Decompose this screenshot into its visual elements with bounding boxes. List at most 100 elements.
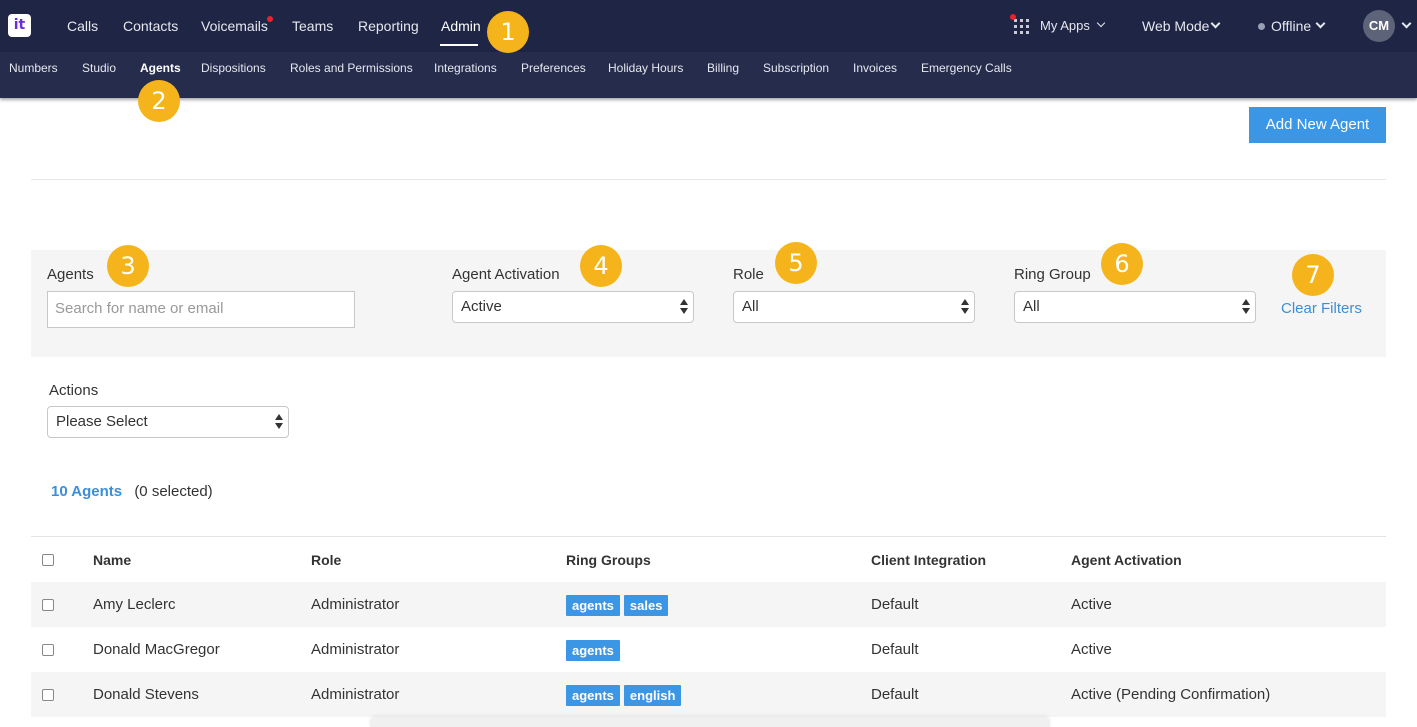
agent-ring-groups: agents xyxy=(566,627,624,672)
active-nav-underline xyxy=(440,44,478,46)
step-badge-6: 6 xyxy=(1101,243,1143,285)
subnav-integrations[interactable]: Integrations xyxy=(434,61,497,75)
table-row: Donald Stevens Administrator agents engli… xyxy=(31,672,1386,717)
role-select[interactable]: All xyxy=(733,291,975,323)
subnav-subscription[interactable]: Subscription xyxy=(763,61,829,75)
agent-client-integration: Default xyxy=(871,686,919,703)
nav-admin[interactable]: Admin xyxy=(441,18,481,34)
select-all-checkbox[interactable] xyxy=(42,554,54,566)
role-value: All xyxy=(742,298,759,315)
agent-client-integration: Default xyxy=(871,596,919,613)
subnav-holiday-hours[interactable]: Holiday Hours xyxy=(608,61,683,75)
admin-subnav: Numbers Studio Agents Dispositions Roles… xyxy=(0,52,1417,98)
row-checkbox[interactable] xyxy=(42,689,54,701)
column-header-client-integration: Client Integration xyxy=(871,552,987,568)
step-badge-3: 3 xyxy=(107,245,149,287)
apps-grid-icon[interactable] xyxy=(1014,19,1029,34)
actions-label: Actions xyxy=(49,382,99,399)
row-checkbox[interactable] xyxy=(42,599,54,611)
agent-activation-label: Agent Activation xyxy=(452,266,560,283)
table-row: Amy Leclerc Administrator agents sales De… xyxy=(31,582,1386,627)
nav-calls[interactable]: Calls xyxy=(67,18,98,34)
agent-count-summary: 10 Agents (0 selected) xyxy=(51,483,213,500)
agent-activation-status: Active xyxy=(1071,641,1112,658)
table-row: Donald MacGregor Administrator agents De… xyxy=(31,627,1386,672)
subnav-studio[interactable]: Studio xyxy=(82,61,116,75)
step-badge-2: 2 xyxy=(138,80,180,122)
ring-group-select[interactable]: All xyxy=(1014,291,1256,323)
step-badge-1: 1 xyxy=(487,11,529,53)
select-arrows-icon xyxy=(1242,299,1250,315)
select-arrows-icon xyxy=(680,299,688,315)
agent-activation-value: Active xyxy=(461,298,502,315)
select-arrows-icon xyxy=(961,299,969,315)
status-dot-icon xyxy=(1258,23,1265,30)
column-header-agent-activation: Agent Activation xyxy=(1071,552,1182,568)
agent-search-input[interactable]: Search for name or email xyxy=(47,291,355,328)
ring-group-tag: agents xyxy=(566,684,620,706)
step-badge-4: 4 xyxy=(580,245,622,287)
subnav-agents[interactable]: Agents xyxy=(140,61,181,75)
clear-filters-link[interactable]: Clear Filters xyxy=(1281,300,1362,317)
nav-reporting[interactable]: Reporting xyxy=(358,18,419,34)
nav-voicemails[interactable]: Voicemails xyxy=(201,18,268,34)
ring-group-tag: sales xyxy=(623,594,669,616)
actions-select[interactable]: Please Select xyxy=(47,406,289,438)
agent-activation-status: Active xyxy=(1071,596,1112,613)
chevron-down-icon xyxy=(1096,18,1106,28)
subnav-preferences[interactable]: Preferences xyxy=(521,61,586,75)
top-navigation: it Calls Contacts Voicemails Teams Repor… xyxy=(0,0,1417,52)
chevron-down-icon xyxy=(1401,18,1412,29)
agent-name-link[interactable]: Donald Stevens xyxy=(93,672,199,717)
subnav-dispositions[interactable]: Dispositions xyxy=(201,61,266,75)
apps-notification-dot xyxy=(1010,14,1016,20)
column-header-name[interactable]: Name xyxy=(93,537,131,583)
bottom-panel-edge xyxy=(370,717,1050,727)
row-checkbox[interactable] xyxy=(42,644,54,656)
table-header-row: Name Role Ring Groups Client Integration… xyxy=(31,537,1386,582)
agent-count[interactable]: 10 Agents xyxy=(51,483,122,500)
select-arrows-icon xyxy=(275,414,283,430)
step-badge-7: 7 xyxy=(1292,254,1334,296)
selected-count: (0 selected) xyxy=(134,483,213,500)
add-new-agent-button[interactable]: Add New Agent xyxy=(1249,107,1386,143)
ring-group-tag: agents xyxy=(566,594,620,616)
agent-role: Administrator xyxy=(311,686,400,703)
step-badge-5: 5 xyxy=(775,242,817,284)
subnav-roles-and-permissions[interactable]: Roles and Permissions xyxy=(290,61,413,75)
agent-client-integration: Default xyxy=(871,641,919,658)
ring-group-value: All xyxy=(1023,298,1040,315)
chevron-down-icon xyxy=(1210,18,1221,29)
nav-contacts[interactable]: Contacts xyxy=(123,18,178,34)
agent-activation-status: Active (Pending Confirmation) xyxy=(1071,686,1271,703)
ring-group-tag: english xyxy=(623,684,682,706)
ring-group-filter-label: Ring Group xyxy=(1014,266,1091,283)
my-apps-menu[interactable]: My Apps xyxy=(1040,18,1090,33)
column-header-role[interactable]: Role xyxy=(311,537,341,583)
column-header-ring-groups: Ring Groups xyxy=(566,552,651,568)
chevron-down-icon xyxy=(1315,18,1326,29)
agents-table: Name Role Ring Groups Client Integration… xyxy=(31,536,1386,717)
status-menu[interactable]: Offline xyxy=(1271,18,1311,34)
divider xyxy=(31,179,1386,180)
subnav-billing[interactable]: Billing xyxy=(707,61,739,75)
subnav-invoices[interactable]: Invoices xyxy=(853,61,897,75)
agents-filter-label: Agents xyxy=(47,266,94,283)
agent-name-link[interactable]: Amy Leclerc xyxy=(93,582,176,627)
agent-role: Administrator xyxy=(311,596,400,613)
avatar[interactable]: CM xyxy=(1363,10,1395,42)
agent-ring-groups: agents english xyxy=(566,672,685,717)
role-filter-label: Role xyxy=(733,266,764,283)
actions-value: Please Select xyxy=(56,413,148,430)
agent-role: Administrator xyxy=(311,641,400,658)
agent-activation-select[interactable]: Active xyxy=(452,291,694,323)
web-mode-menu[interactable]: Web Mode xyxy=(1142,18,1209,34)
ring-group-tag: agents xyxy=(566,639,620,661)
voicemail-notification-dot xyxy=(267,16,273,22)
agent-name-link[interactable]: Donald MacGregor xyxy=(93,627,220,672)
nav-teams[interactable]: Teams xyxy=(292,18,333,34)
agent-ring-groups: agents sales xyxy=(566,582,672,627)
subnav-numbers[interactable]: Numbers xyxy=(9,61,58,75)
app-logo[interactable]: it xyxy=(8,14,31,37)
subnav-emergency-calls[interactable]: Emergency Calls xyxy=(921,61,1012,75)
